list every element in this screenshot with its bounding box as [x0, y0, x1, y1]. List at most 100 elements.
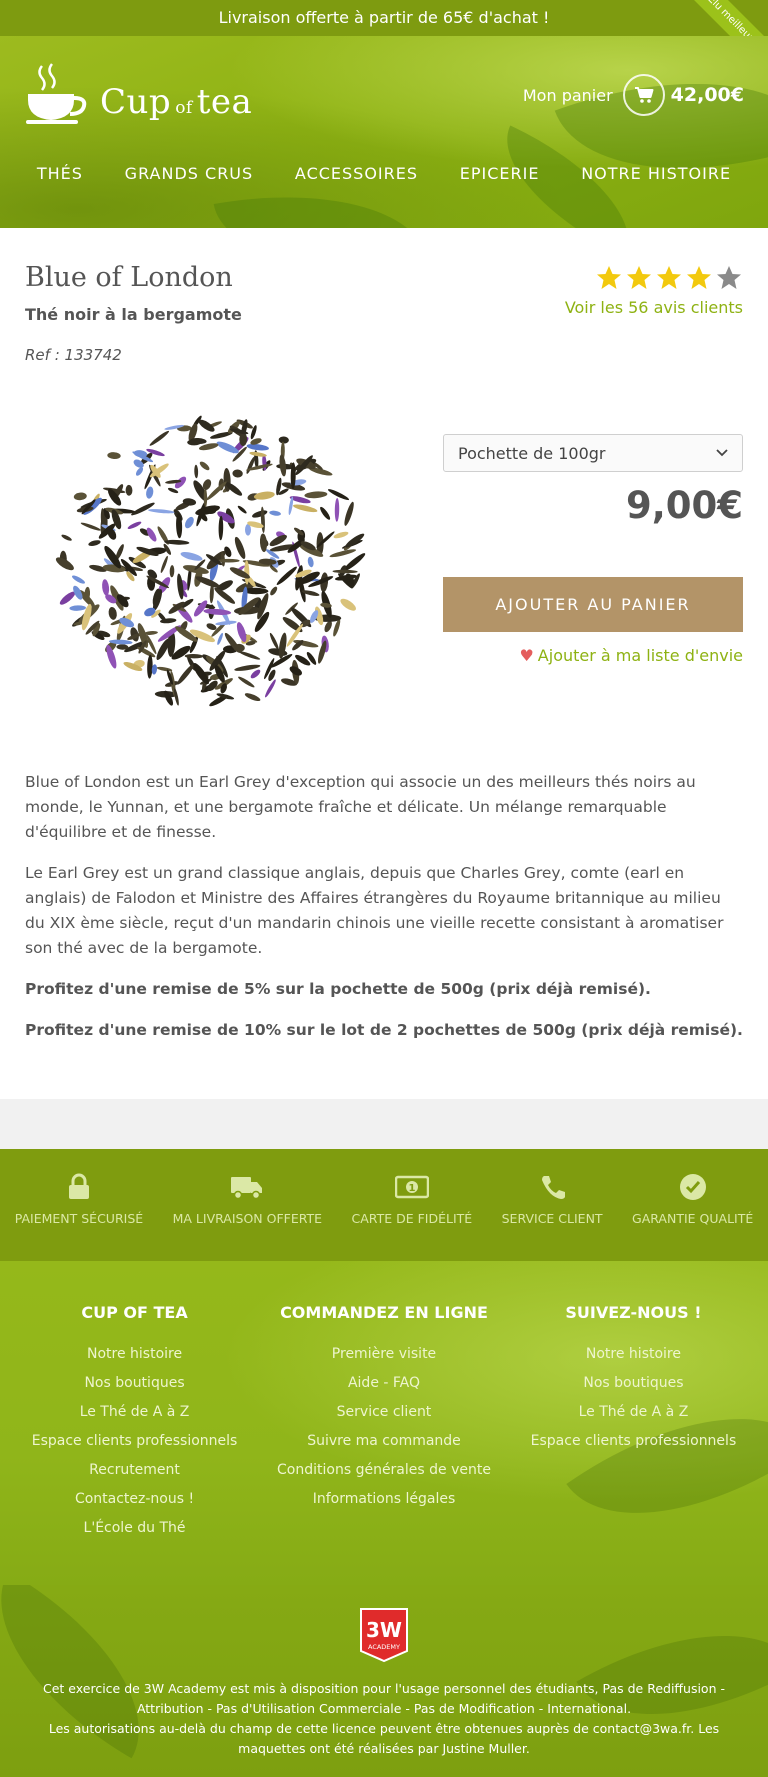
footer-link[interactable]: Informations légales [259, 1485, 508, 1514]
tea-leaf [125, 484, 133, 496]
star-filled-icon [597, 266, 621, 289]
tea-leaf [203, 608, 232, 615]
nav-item-epicerie[interactable]: EPICERIE [460, 164, 540, 183]
tea-leaf [185, 516, 194, 529]
product-price: 9,00€ [625, 484, 743, 527]
check-icon [679, 1174, 706, 1200]
tea-leaf [218, 515, 224, 541]
heart-icon: ♥ [519, 646, 534, 665]
tea-leaf [169, 565, 175, 578]
cart-icon[interactable] [622, 74, 665, 116]
footer-link[interactable]: Première visite [259, 1340, 508, 1369]
tea-leaves-image [55, 415, 366, 707]
tea-leaf [232, 469, 243, 478]
phone-icon [542, 1176, 566, 1199]
nav-item-thes[interactable]: THÉS [37, 164, 83, 183]
footer-column-order-online: COMMANDEZ EN LIGNE Première visite Aide … [259, 1303, 508, 1585]
product-image [25, 382, 385, 742]
logo-word-cup: Cup [100, 82, 172, 122]
footer-link[interactable]: Notre histoire [509, 1340, 758, 1369]
logo-text: Cup of tea [100, 82, 252, 122]
site-footer: CUP OF TEA Notre histoire Nos boutiques … [0, 1261, 768, 1585]
truck-icon [231, 1177, 263, 1200]
add-to-cart-button[interactable]: AJOUTER AU PANIER [443, 577, 743, 632]
announcement-text: Livraison offerte à partir de 65€ d'acha… [218, 8, 550, 27]
logo-word-of: of [175, 98, 193, 118]
footer-link[interactable]: Notre histoire [10, 1340, 259, 1369]
tea-leaf [265, 679, 276, 698]
tea-leaf [131, 502, 155, 516]
tea-leaf [160, 555, 168, 573]
tea-leaf [88, 540, 101, 546]
tea-leaf [234, 536, 246, 559]
discount-notice: Profitez d'une remise de 5% sur la poche… [25, 980, 651, 998]
description-paragraph: Blue of London est un Earl Grey d'except… [25, 773, 696, 841]
announcement-bar: Livraison offerte à partir de 65€ d'acha… [0, 0, 768, 36]
tea-leaf [127, 521, 142, 529]
purchase-panel: Pochette de 100gr 9,00€ AJOUTER AU PANIE… [443, 382, 743, 742]
tea-leaf [108, 606, 117, 620]
footer-link[interactable]: Espace clients professionnels [509, 1427, 758, 1456]
footer-link[interactable]: Nos boutiques [10, 1369, 259, 1398]
footer-link[interactable]: Contactez-nous ! [10, 1485, 259, 1514]
footer-link[interactable]: Aide - FAQ [259, 1369, 508, 1398]
nav-item-notre-histoire[interactable]: NOTRE HISTOIRE [581, 164, 731, 183]
reviews-link[interactable]: Voir les 56 avis clients [565, 298, 743, 317]
feature-quality-guarantee: GARANTIE QUALITÉ [632, 1173, 753, 1261]
star-filled-icon [687, 266, 711, 289]
tea-leaf [293, 504, 318, 513]
tea-leaf [269, 632, 279, 650]
tea-leaf [180, 552, 203, 561]
tea-leaf [304, 491, 328, 499]
feature-loyalty-card: 1 CARTE DE FIDÉLITÉ [351, 1173, 473, 1261]
nav-item-accessoires[interactable]: ACCESSOIRES [295, 164, 418, 183]
footer-link[interactable]: Le Thé de A à Z [509, 1398, 758, 1427]
package-select[interactable]: Pochette de 100gr [443, 434, 743, 472]
site-header: Cup of tea Mon panier 42,00€ THÉS GRANDS C… [0, 36, 768, 228]
footer-link[interactable]: L'École du Thé [10, 1514, 259, 1543]
tea-leaf [340, 598, 356, 611]
footer-link[interactable]: Nos boutiques [509, 1369, 758, 1398]
product-description: Blue of London est un Earl Grey d'except… [0, 742, 768, 1043]
cart-summary[interactable]: Mon panier 42,00€ [523, 74, 744, 116]
footer-link[interactable]: Recrutement [10, 1456, 259, 1485]
nav-item-grands-crus[interactable]: GRANDS CRUS [125, 164, 254, 183]
tea-leaf [146, 486, 154, 499]
tea-leaf [107, 452, 121, 460]
feature-label: CARTE DE FIDÉLITÉ [351, 1211, 473, 1226]
wishlist-link[interactable]: ♥ Ajouter à ma liste d'envie [443, 646, 743, 665]
cart-label: Mon panier [522, 85, 613, 105]
tea-leaf [246, 443, 269, 451]
tea-leaf [246, 456, 255, 474]
feature-label: SERVICE CLIENT [501, 1211, 603, 1226]
tea-leaf [320, 506, 331, 520]
footer-link[interactable]: Suivre ma commande [259, 1427, 508, 1456]
feature-label: MA LIVRAISON OFFERTE [172, 1211, 323, 1226]
tea-leaf [344, 501, 354, 526]
tea-leaf [73, 492, 87, 501]
tea-leaf [72, 575, 85, 584]
footer-link[interactable]: Espace clients professionnels [10, 1427, 259, 1456]
tea-leaf [147, 654, 153, 679]
tea-leaf [102, 579, 110, 596]
discount-notice: Profitez d'une remise de 10% sur le lot … [25, 1021, 743, 1039]
feature-free-delivery: MA LIVRAISON OFFERTE [173, 1173, 322, 1261]
feature-secure-payment: PAIEMENT SÉCURISÉ [15, 1173, 143, 1261]
tea-leaf [194, 464, 199, 479]
site-logo[interactable]: Cup of tea [24, 60, 252, 126]
footer-link[interactable]: Service client [259, 1398, 508, 1427]
product-ref: Ref : 133742 [25, 346, 122, 364]
description-paragraph: Le Earl Grey est un grand classique angl… [25, 864, 724, 957]
footer-link[interactable]: Conditions générales de vente [259, 1456, 508, 1485]
footer-link[interactable]: Le Thé de A à Z [10, 1398, 259, 1427]
tea-leaf [61, 534, 72, 541]
legal-footer: 3W ACADEMY Cet exercice de 3W Academy es… [0, 1585, 768, 1777]
star-filled-icon [627, 266, 651, 289]
svg-text:1: 1 [408, 1183, 415, 1194]
lock-icon [68, 1173, 89, 1199]
feature-customer-service: SERVICE CLIENT [502, 1173, 603, 1261]
legal-text: Cet exercice de 3W Academy est mis à dis… [42, 1681, 725, 1716]
chevron-down-icon [716, 449, 728, 457]
logo-word-tea: tea [196, 82, 253, 122]
tea-leaf [307, 556, 314, 568]
